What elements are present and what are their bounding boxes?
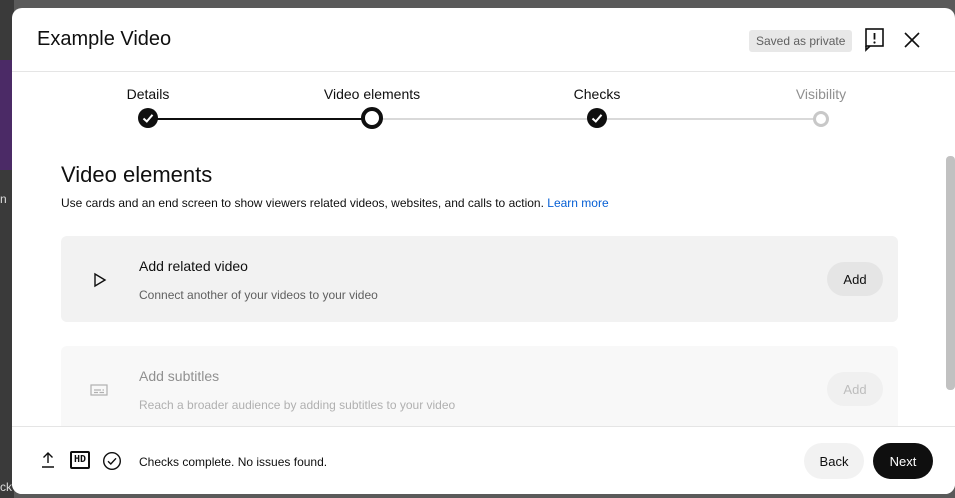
subtitles-icon: [90, 384, 108, 396]
step-visibility-pending-icon[interactable]: [813, 111, 829, 127]
learn-more-link[interactable]: Learn more: [547, 196, 608, 210]
upload-dialog: Example Video Saved as private Details V…: [12, 8, 955, 494]
add-related-video-button[interactable]: Add: [827, 262, 883, 296]
step-visibility-label[interactable]: Visibility: [796, 86, 846, 102]
close-icon[interactable]: [901, 29, 923, 51]
content-scrollbar[interactable]: [946, 156, 955, 390]
card-add-subtitles: Add subtitles Reach a broader audience b…: [61, 346, 898, 432]
background-text-fragment: n: [0, 192, 7, 206]
dialog-footer: HD Checks complete. No issues found. Bac…: [12, 426, 955, 494]
section-description-text: Use cards and an end screen to show view…: [61, 196, 544, 210]
saved-status-badge: Saved as private: [749, 30, 853, 52]
back-button[interactable]: Back: [804, 443, 864, 479]
card-add-related-video: Add related video Connect another of you…: [61, 236, 898, 322]
step-details-check-icon[interactable]: [138, 108, 158, 128]
play-outline-icon: [94, 272, 107, 288]
add-subtitles-button[interactable]: Add: [827, 372, 883, 406]
upload-stepper: Details Video elements Checks Visibility: [12, 80, 955, 140]
card-description: Connect another of your videos to your v…: [139, 288, 378, 302]
upload-icon[interactable]: [40, 451, 56, 469]
section-description: Use cards and an end screen to show view…: [61, 196, 609, 210]
card-title: Add related video: [139, 258, 248, 274]
card-title: Add subtitles: [139, 368, 220, 384]
feedback-icon[interactable]: [862, 26, 888, 52]
background-text-fragment: ck: [0, 480, 12, 494]
step-details-label[interactable]: Details: [127, 86, 170, 102]
check-circle-icon[interactable]: [102, 451, 122, 471]
dialog-title: Example Video: [37, 28, 172, 50]
stepper-line-completed: [148, 118, 372, 120]
hd-icon[interactable]: HD: [70, 451, 90, 469]
step-checks-label[interactable]: Checks: [574, 86, 621, 102]
section-title: Video elements: [61, 162, 213, 187]
card-description: Reach a broader audience by adding subti…: [139, 398, 456, 412]
step-checks-check-icon[interactable]: [587, 108, 607, 128]
step-video-elements-label[interactable]: Video elements: [324, 86, 420, 102]
dialog-header: Example Video Saved as private: [12, 8, 955, 72]
next-button[interactable]: Next: [873, 443, 933, 479]
checks-status-text: Checks complete. No issues found.: [139, 455, 328, 469]
step-video-elements-current-icon[interactable]: [361, 107, 383, 129]
